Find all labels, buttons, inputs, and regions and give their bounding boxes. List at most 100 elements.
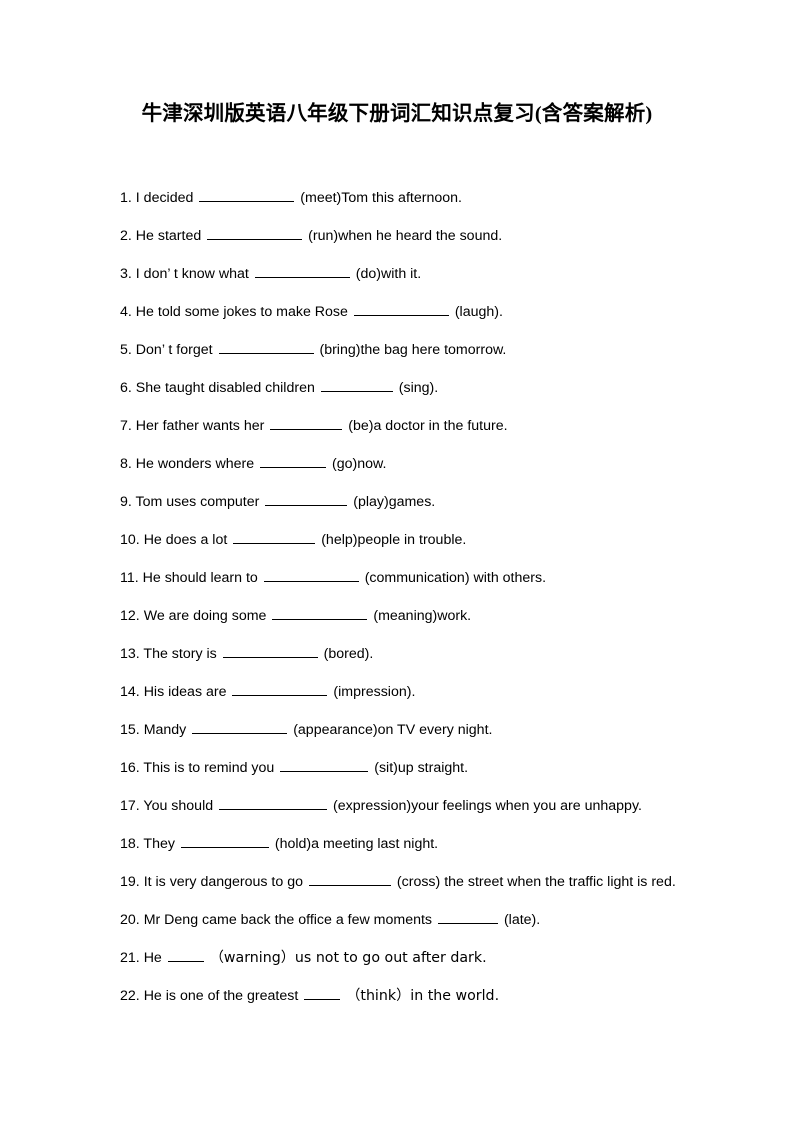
question-text-after-blank: (run)when he heard the sound. [308,228,503,244]
answer-blank[interactable] [353,303,449,316]
question-text-after-blank: (appearance)on TV every night. [293,722,493,738]
document-page: 牛津深圳版英语八年级下册词汇知识点复习(含答案解析) 1. I decided … [0,0,794,1123]
question-number: 4. [120,304,132,320]
question-text-after-blank: (expression)your feelings when you are u… [333,798,642,814]
question-text-before-blank: She taught disabled children [135,380,315,396]
question-text-after-blank: (bring)the bag here tomorrow. [319,342,507,358]
question-number: 7. [120,418,132,434]
question-item: 10. He does a lot (help)people in troubl… [120,530,696,550]
question-number: 17. [120,798,140,814]
answer-blank[interactable] [167,949,204,962]
question-text-before-blank: He should learn to [142,570,258,586]
question-number: 12. [120,608,140,624]
answer-blank[interactable] [207,227,303,240]
answer-blank[interactable] [232,683,328,696]
answer-blank[interactable] [320,379,393,392]
question-item: 1. I decided (meet)Tom this afternoon. [120,188,696,208]
question-text-before-blank: I don’ t know what [135,266,249,282]
answer-blank[interactable] [265,493,348,506]
question-text-after-blank: (laugh). [454,304,503,320]
answer-blank[interactable] [219,797,328,810]
question-number: 2. [120,228,132,244]
question-number: 20. [120,912,140,928]
question-item: 18. They (hold)a meeting last night. [120,834,696,854]
question-text-before-blank: It is very dangerous to go [143,874,303,890]
question-number: 13. [120,646,140,662]
question-item: 16. This is to remind you (sit)up straig… [120,758,696,778]
question-text-before-blank: They [143,836,175,852]
question-number: 16. [120,760,140,776]
answer-blank[interactable] [199,189,295,202]
question-text-before-blank: I decided [135,190,194,206]
question-item: 22. He is one of the greatest （think）in … [120,986,696,1006]
question-item: 4. He told some jokes to make Rose (laug… [120,302,696,322]
question-number: 6. [120,380,132,396]
question-text-after-blank: (be)a doctor in the future. [348,418,508,434]
question-text-after-blank: (impression). [333,684,416,700]
question-text-before-blank: Tom uses computer [135,494,260,510]
question-item: 9. Tom uses computer (play)games. [120,492,696,512]
question-item: 6. She taught disabled children (sing). [120,378,696,398]
question-text-before-blank: Her father wants her [135,418,265,434]
question-text-before-blank: The story is [143,646,217,662]
question-text-after-blank: (communication) with others. [364,570,547,586]
question-text-before-blank: This is to remind you [143,760,275,776]
answer-blank[interactable] [263,569,359,582]
question-text-after-blank: (cross) the street when the traffic ligh… [396,874,676,890]
question-text-after-blank: (help)people in trouble. [321,532,467,548]
question-text-after-blank: （think）in the world. [346,988,500,1004]
question-number: 18. [120,836,140,852]
answer-blank[interactable] [180,835,269,848]
question-text-before-blank: He [143,950,162,966]
question-text-before-blank: He wonders where [135,456,255,472]
answer-blank[interactable] [280,759,369,772]
question-text-after-blank: (go)now. [332,456,387,472]
answer-blank[interactable] [260,455,327,468]
answer-blank[interactable] [308,873,391,886]
question-list: 1. I decided (meet)Tom this afternoon. 2.… [120,188,696,1006]
answer-blank[interactable] [233,531,316,544]
question-text-before-blank: Mandy [143,722,187,738]
question-text-after-blank: (hold)a meeting last night. [274,836,439,852]
question-item: 21. He （warning）us not to go out after d… [120,948,696,968]
question-text-before-blank: Don’ t forget [135,342,213,358]
question-number: 22. [120,988,140,1004]
question-text-before-blank: He told some jokes to make Rose [135,304,348,320]
question-item: 13. The story is (bored). [120,644,696,664]
question-text-before-blank: You should [143,798,214,814]
question-number: 11. [120,570,139,586]
question-text-after-blank: (late). [503,912,541,928]
question-item: 20. Mr Deng came back the office a few m… [120,910,696,930]
question-text-after-blank: （warning）us not to go out after dark. [209,950,487,966]
question-text-before-blank: We are doing some [143,608,267,624]
answer-blank[interactable] [222,645,318,658]
question-item: 7. Her father wants her (be)a doctor in … [120,416,696,436]
question-number: 9. [120,494,132,510]
question-number: 8. [120,456,132,472]
question-text-after-blank: (meet)Tom this afternoon. [300,190,462,206]
question-text-after-blank: (sing). [398,380,439,396]
question-item: 3. I don’ t know what (do)with it. [120,264,696,284]
question-item: 15. Mandy (appearance)on TV every night. [120,720,696,740]
question-item: 5. Don’ t forget (bring)the bag here tom… [120,340,696,360]
question-item: 14. His ideas are (impression). [120,682,696,702]
question-item: 17. You should (expression)your feelings… [120,796,696,816]
question-text-before-blank: He does a lot [143,532,228,548]
question-item: 19. It is very dangerous to go (cross) t… [120,872,696,892]
answer-blank[interactable] [272,607,368,620]
question-item: 11. He should learn to (communication) w… [120,568,696,588]
question-text-before-blank: Mr Deng came back the office a few momen… [143,912,433,928]
answer-blank[interactable] [192,721,288,734]
question-text-after-blank: (do)with it. [355,266,422,282]
answer-blank[interactable] [270,417,343,430]
question-item: 8. He wonders where (go)now. [120,454,696,474]
question-number: 3. [120,266,132,282]
answer-blank[interactable] [437,911,498,924]
question-number: 21. [120,950,140,966]
answer-blank[interactable] [254,265,350,278]
page-title: 牛津深圳版英语八年级下册词汇知识点复习(含答案解析) [141,103,653,125]
question-number: 19. [120,874,140,890]
answer-blank[interactable] [218,341,314,354]
question-text-after-blank: (play)games. [353,494,436,510]
answer-blank[interactable] [304,987,341,1000]
